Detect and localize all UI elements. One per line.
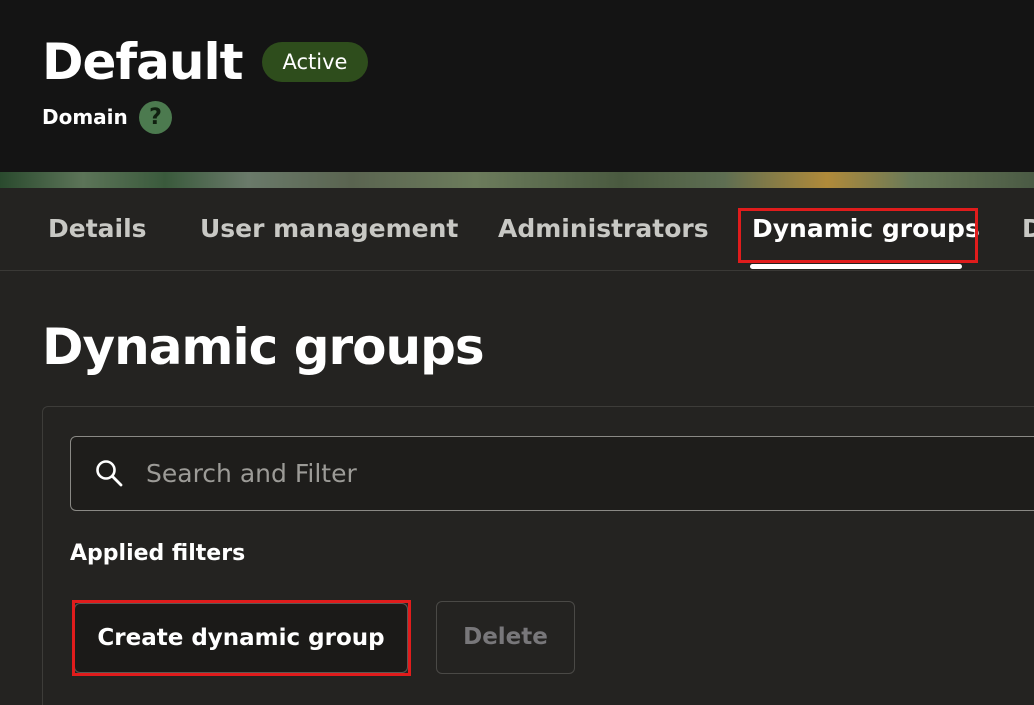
domain-header: Default Active Domain ?: [0, 0, 1034, 172]
delete-button[interactable]: Delete: [436, 601, 575, 674]
page-title: Dynamic groups: [42, 318, 485, 376]
search-icon: [96, 460, 123, 487]
decorative-banner: [0, 172, 1034, 188]
tab-next-truncated[interactable]: D: [1022, 212, 1034, 246]
status-badge: Active: [262, 42, 368, 82]
help-icon[interactable]: ?: [139, 101, 172, 134]
active-tab-indicator: [750, 264, 962, 269]
tab-details[interactable]: Details: [48, 212, 147, 246]
tab-user-management[interactable]: User management: [200, 212, 458, 246]
tab-administrators[interactable]: Administrators: [498, 212, 709, 246]
applied-filters-label: Applied filters: [70, 541, 246, 566]
create-dynamic-group-button[interactable]: Create dynamic group: [74, 603, 408, 673]
domain-subtitle: Domain: [42, 105, 128, 129]
search-input[interactable]: [146, 448, 1006, 498]
domain-title: Default: [42, 33, 244, 91]
tab-highlight-box: [738, 208, 978, 263]
tab-bar: Details User management Administrators D…: [0, 188, 1034, 271]
page: Default Active Domain ? Details User man…: [0, 0, 1034, 705]
